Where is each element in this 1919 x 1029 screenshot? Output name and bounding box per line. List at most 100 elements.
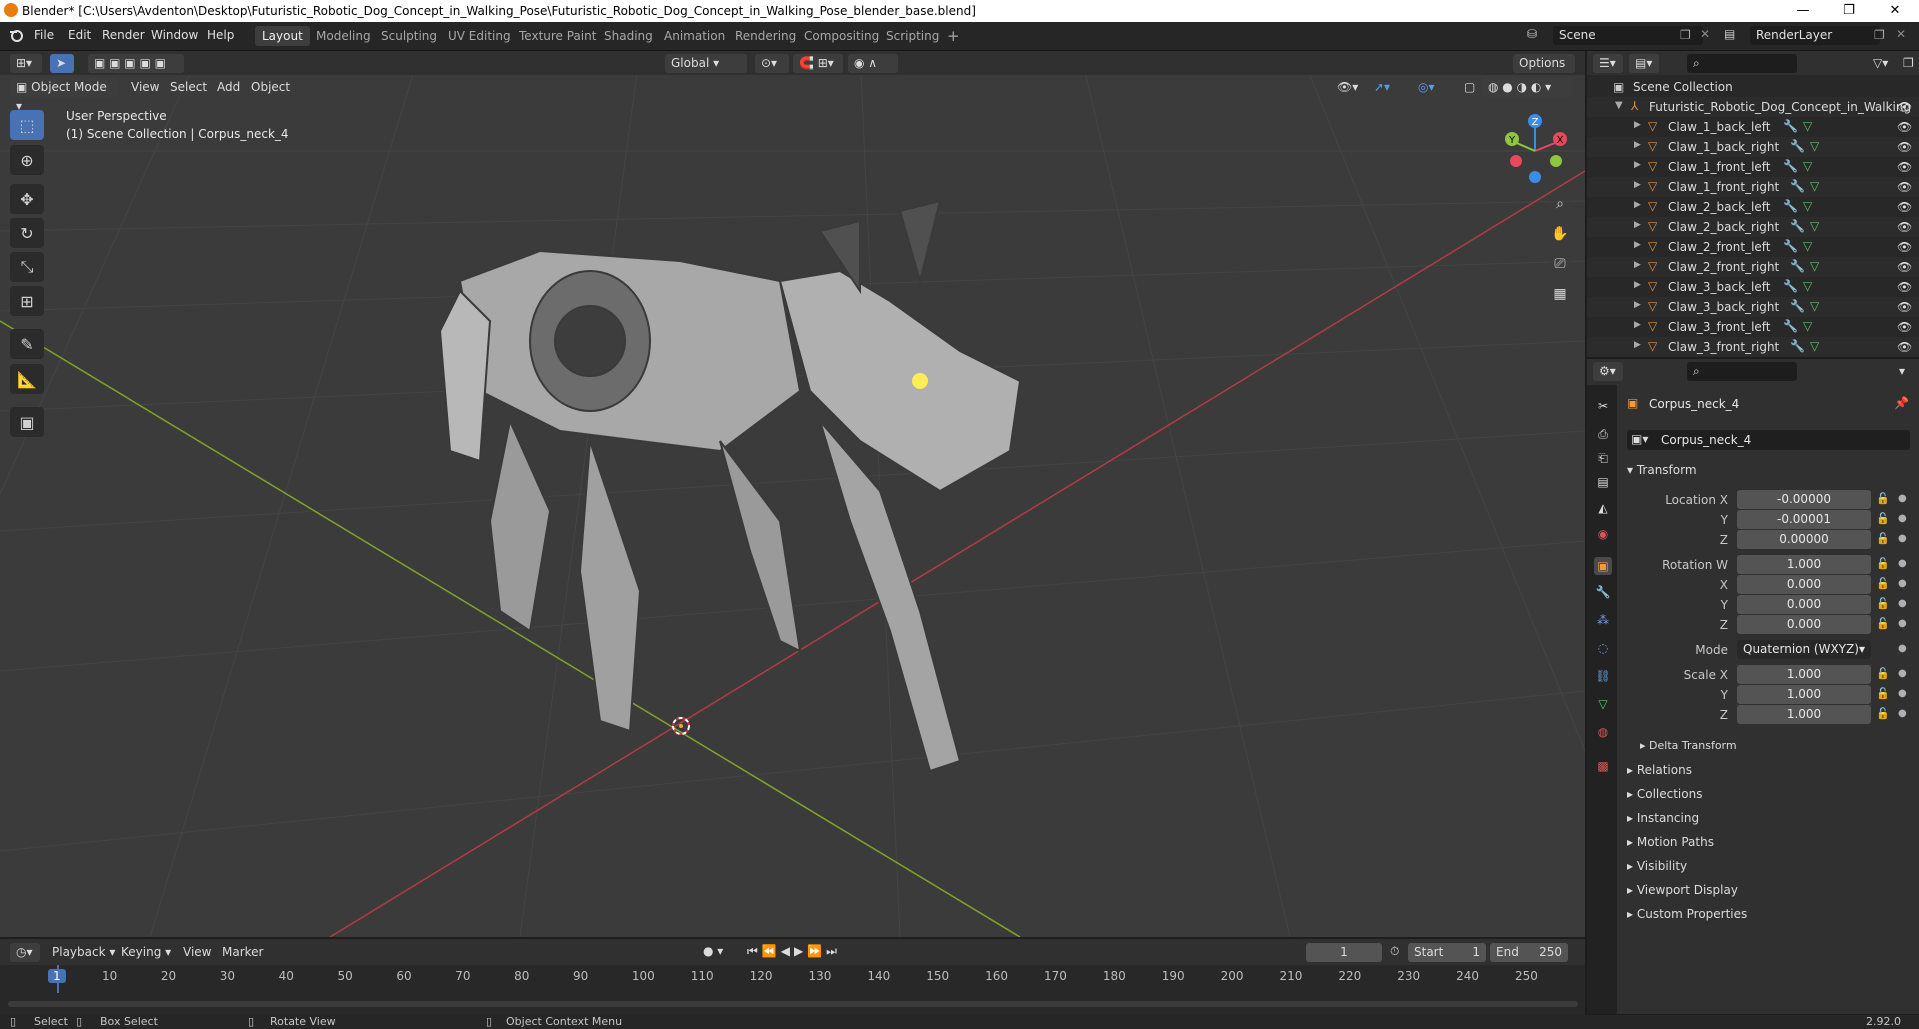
outliner-object-row[interactable]: ▶ ▽ Claw_3_back_right 🔧 ▽ 👁: [1587, 297, 1919, 317]
panel-header-custom-properties[interactable]: ▸ Custom Properties: [1627, 907, 1747, 921]
outliner-object-row[interactable]: ▶ ▽ Claw_1_back_left 🔧 ▽ 👁: [1587, 117, 1919, 137]
lock-icon[interactable]: 🔓: [1876, 512, 1890, 525]
panel-header-visibility[interactable]: ▸ Visibility: [1627, 859, 1687, 873]
viewport-menu-add[interactable]: Add: [217, 80, 240, 94]
lock-icon[interactable]: 🔓: [1876, 687, 1890, 700]
properties-editor-type-icon[interactable]: ⚙▾: [1593, 362, 1623, 381]
outliner-object-row[interactable]: ▶ ▽ Claw_2_back_left 🔧 ▽ 👁: [1587, 197, 1919, 217]
visibility-eye-icon[interactable]: 👁: [1897, 140, 1912, 154]
proportional-editing-icon[interactable]: ◉ ∧: [848, 54, 898, 73]
panel-header-instancing[interactable]: ▸ Instancing: [1627, 811, 1699, 825]
menu-help[interactable]: Help: [207, 28, 234, 42]
panel-header-collections[interactable]: ▸ Collections: [1627, 787, 1702, 801]
selection-mode-buttons[interactable]: ▣ ▣ ▣ ▣ ▣: [88, 54, 184, 73]
3d-cursor-icon[interactable]: [670, 715, 692, 737]
camera-icon[interactable]: ⎚: [1547, 251, 1573, 277]
modifier-icon[interactable]: 🔧: [1790, 219, 1805, 233]
keyframe-dot-icon[interactable]: ●: [1898, 688, 1907, 699]
mesh-data-icon[interactable]: ▽: [1810, 219, 1819, 233]
minimize-button[interactable]: —: [1780, 0, 1826, 22]
timeline-ruler[interactable]: 1 10 20 30 40 50 60 70 80 90 100 110 120 130 140 150 160…: [0, 965, 1585, 1015]
object-name-field[interactable]: ▣▾ Corpus_neck_4: [1627, 430, 1910, 450]
modifier-icon[interactable]: 🔧: [1783, 239, 1798, 253]
tool-tab-icon[interactable]: ✂: [1594, 397, 1612, 415]
expand-arrow-icon[interactable]: ▶: [1634, 120, 1641, 130]
panel-header-viewport-display[interactable]: ▸ Viewport Display: [1627, 883, 1738, 897]
mesh-data-icon[interactable]: ▽: [1810, 259, 1819, 273]
timeline-menu-keying[interactable]: Keying ▾: [121, 945, 171, 959]
rotation-mode-dropdown[interactable]: Quaternion (WXYZ) ▾: [1737, 640, 1871, 659]
blender-menu-icon[interactable]: [9, 28, 23, 42]
expand-arrow-icon[interactable]: ▶: [1634, 140, 1641, 150]
timeline-menu-playback[interactable]: Playback ▾: [52, 945, 115, 959]
keyframe-dot-icon[interactable]: ●: [1898, 578, 1907, 589]
select-box-tool-icon[interactable]: ⬚: [10, 110, 44, 140]
mesh-data-icon[interactable]: ▽: [1810, 139, 1819, 153]
keyframe-dot-icon[interactable]: ●: [1898, 598, 1907, 609]
outliner-object-row[interactable]: ▶ ▽ Claw_2_front_right 🔧 ▽ 👁: [1587, 257, 1919, 277]
cursor-tool-icon[interactable]: ⊕: [10, 145, 44, 175]
workspace-tab-modeling[interactable]: Modeling: [309, 26, 378, 46]
expand-arrow-icon[interactable]: ▶: [1634, 340, 1641, 350]
preview-range-icon[interactable]: ⏱: [1390, 944, 1399, 959]
pivot-point-icon[interactable]: ⊙▾: [755, 54, 789, 73]
snapping-icon[interactable]: 🧲 ⊞▾: [793, 54, 843, 73]
menu-edit[interactable]: Edit: [68, 28, 91, 42]
maximize-button[interactable]: ❐: [1826, 0, 1872, 22]
timeline-menu-view[interactable]: View: [183, 945, 211, 959]
render-tab-icon[interactable]: ⎙: [1594, 425, 1612, 443]
lock-icon[interactable]: 🔓: [1876, 577, 1890, 590]
measure-tool-icon[interactable]: 📐: [10, 364, 44, 394]
expand-arrow-icon[interactable]: ▶: [1634, 180, 1641, 190]
mesh-data-icon[interactable]: ▽: [1803, 199, 1812, 213]
shading-mode-buttons[interactable]: ◍ ● ◑ ◐ ▾: [1482, 78, 1572, 97]
timeline-editor-type-icon[interactable]: ◷▾: [10, 943, 40, 962]
keyframe-dot-icon[interactable]: ●: [1898, 618, 1907, 629]
expand-arrow-icon[interactable]: ▶: [1634, 280, 1641, 290]
overlays-toggle-icon[interactable]: ◎▾: [1412, 78, 1448, 97]
visibility-eye-icon[interactable]: 👁: [1897, 100, 1912, 114]
start-frame-field[interactable]: Start 1: [1408, 943, 1486, 962]
scene-remove-icon[interactable]: ✕: [1700, 27, 1710, 41]
modifier-icon[interactable]: 🔧: [1790, 179, 1805, 193]
menu-file[interactable]: File: [34, 28, 54, 42]
modifier-icon[interactable]: 🔧: [1783, 159, 1798, 173]
close-button[interactable]: ✕: [1872, 0, 1918, 22]
view-layer-icon[interactable]: ▤: [1724, 27, 1746, 45]
scale-x-field[interactable]: 1.000: [1737, 665, 1871, 684]
delta-transform-header[interactable]: ▸ Delta Transform: [1640, 739, 1737, 752]
modifier-icon[interactable]: 🔧: [1783, 119, 1798, 133]
timeline-menu-marker[interactable]: Marker: [222, 945, 263, 959]
modifier-icon[interactable]: 🔧: [1783, 319, 1798, 333]
visibility-eye-icon[interactable]: 👁: [1897, 180, 1912, 194]
outliner-collection-row[interactable]: ▼ ⅄ Futuristic_Robotic_Dog_Concept_in_Wa…: [1587, 97, 1919, 117]
outliner-display-mode-icon[interactable]: ▤▾: [1629, 54, 1659, 73]
rotation-y-field[interactable]: 0.000: [1737, 595, 1871, 614]
robotic-dog-model[interactable]: [420, 191, 1120, 811]
zoom-icon[interactable]: ⌕: [1547, 191, 1573, 217]
mesh-data-icon[interactable]: ▽: [1803, 119, 1812, 133]
3d-viewport[interactable]: User Perspective (1) Scene Collection | …: [0, 51, 1585, 937]
viewport-menu-select[interactable]: Select: [170, 80, 207, 94]
mesh-data-tab-icon[interactable]: ▽: [1594, 695, 1612, 713]
xray-toggle-icon[interactable]: ▢: [1458, 78, 1478, 97]
visibility-eye-icon[interactable]: 👁: [1897, 200, 1912, 214]
scene-new-icon[interactable]: ❐: [1680, 28, 1691, 42]
scale-y-field[interactable]: 1.000: [1737, 685, 1871, 704]
workspace-tab-texture-paint[interactable]: Texture Paint: [512, 26, 603, 46]
expand-arrow-icon[interactable]: ▶: [1634, 200, 1641, 210]
view-layer-tab-icon[interactable]: ▤: [1594, 473, 1612, 491]
expand-arrow-icon[interactable]: ▶: [1634, 260, 1641, 270]
visibility-eye-icon[interactable]: 👁: [1897, 300, 1912, 314]
workspace-tab-animation[interactable]: Animation: [657, 26, 732, 46]
options-dropdown[interactable]: Options ▾: [1513, 54, 1575, 89]
workspace-tab-uv-editing[interactable]: UV Editing: [441, 26, 518, 46]
workspace-tab-compositing[interactable]: Compositing: [797, 26, 886, 46]
expand-arrow-icon[interactable]: ▼: [1615, 100, 1623, 111]
visibility-eye-icon[interactable]: 👁: [1897, 220, 1912, 234]
visibility-eye-icon[interactable]: 👁: [1897, 320, 1912, 334]
scale-tool-icon[interactable]: ⤡: [10, 252, 44, 282]
current-frame-field[interactable]: 1: [1306, 943, 1382, 962]
expand-arrow-icon[interactable]: ▶: [1634, 320, 1641, 330]
world-tab-icon[interactable]: ◉: [1594, 525, 1612, 543]
